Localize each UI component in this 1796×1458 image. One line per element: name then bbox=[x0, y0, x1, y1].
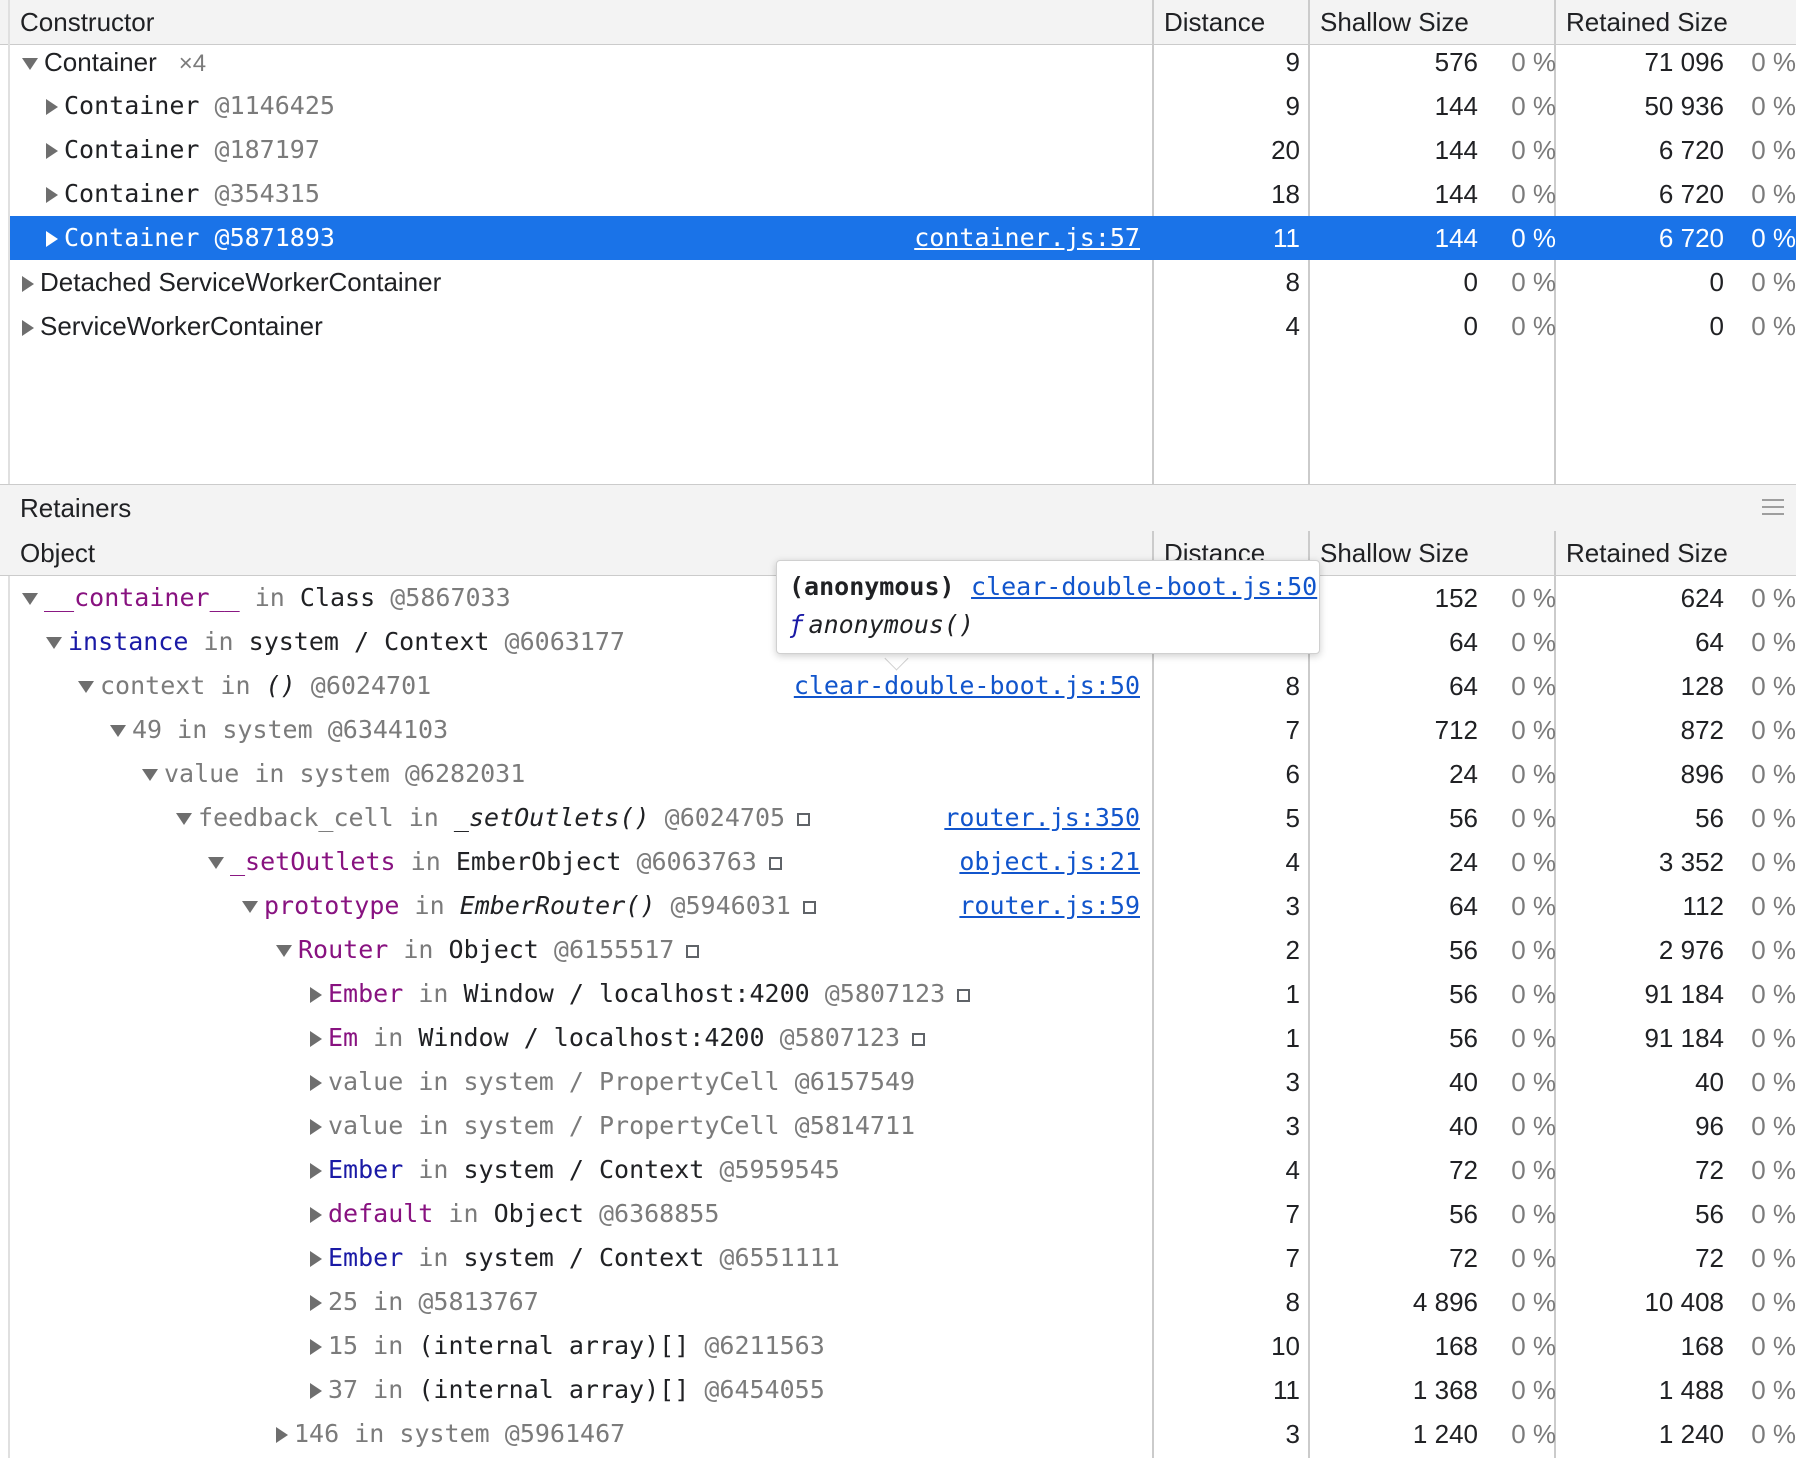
table-row[interactable]: value in system / PropertyCell @6157549 … bbox=[10, 1060, 1796, 1104]
source-link[interactable]: router.js:350 bbox=[870, 796, 1140, 840]
reveal-in-summary-icon[interactable] bbox=[686, 944, 700, 958]
source-link[interactable]: container.js:57 bbox=[912, 216, 1140, 260]
table-row[interactable]: value in system / PropertyCell @5814711 … bbox=[10, 1104, 1796, 1148]
table-row[interactable]: Container @187197 20 144 0 % 6 720 0 % bbox=[10, 128, 1796, 172]
expand-triangle-icon[interactable] bbox=[22, 320, 34, 337]
expand-triangle-icon[interactable] bbox=[46, 99, 58, 115]
table-row[interactable]: value in system @6282031 6 24 0 % 896 0 … bbox=[10, 752, 1796, 796]
collapse-triangle-icon[interactable] bbox=[110, 725, 126, 737]
function-icon: ƒ bbox=[789, 610, 805, 639]
reveal-in-summary-icon[interactable] bbox=[957, 988, 971, 1002]
expand-triangle-icon[interactable] bbox=[310, 1163, 322, 1179]
table-row[interactable]: default in Object @6368855 7 56 0 % 56 0… bbox=[10, 1192, 1796, 1236]
col-constructor[interactable]: Constructor bbox=[10, 0, 1150, 44]
expand-triangle-icon[interactable] bbox=[276, 1427, 288, 1443]
table-row[interactable]: 49 in system @6344103 7 712 0 % 872 0 % bbox=[10, 708, 1796, 752]
table-row[interactable]: Ember in Window / localhost:4200 @580712… bbox=[10, 972, 1796, 1016]
expand-triangle-icon[interactable] bbox=[46, 231, 58, 247]
source-link[interactable]: object.js:21 bbox=[870, 840, 1140, 884]
table-row[interactable]: Em in Window / localhost:4200 @5807123 1… bbox=[10, 1016, 1796, 1060]
expand-triangle-icon[interactable] bbox=[310, 1295, 322, 1311]
expand-triangle-icon[interactable] bbox=[310, 1031, 322, 1047]
table-row[interactable]: 37 in (internal array)[] @6454055 11 1 3… bbox=[10, 1368, 1796, 1412]
instance-count: ×4 bbox=[178, 50, 207, 77]
expand-triangle-icon[interactable] bbox=[310, 1383, 322, 1399]
table-row[interactable]: Container @1146425 9 144 0 % 50 936 0 % bbox=[10, 84, 1796, 128]
col-distance[interactable]: Distance bbox=[1154, 0, 1308, 44]
collapse-triangle-icon[interactable] bbox=[22, 593, 38, 605]
table-row[interactable]: Router in Object @6155517 2 56 0 % 2 976… bbox=[10, 928, 1796, 972]
table-row[interactable]: 15 in (internal array)[] @6211563 10 168… bbox=[10, 1324, 1796, 1368]
collapse-triangle-icon[interactable] bbox=[208, 857, 224, 869]
expand-triangle-icon[interactable] bbox=[310, 1207, 322, 1223]
table-row[interactable]: prototype in EmberRouter() @5946031 rout… bbox=[10, 884, 1796, 928]
source-link[interactable]: router.js:59 bbox=[870, 884, 1140, 928]
reveal-in-summary-icon[interactable] bbox=[912, 1032, 926, 1046]
table-row[interactable]: Container @354315 18 144 0 % 6 720 0 % bbox=[10, 172, 1796, 216]
reveal-in-summary-icon[interactable] bbox=[768, 856, 782, 870]
collapse-triangle-icon[interactable] bbox=[176, 813, 192, 825]
expand-triangle-icon[interactable] bbox=[22, 276, 34, 293]
source-link[interactable]: clear-double-boot.js:50 bbox=[770, 664, 1140, 708]
expand-triangle-icon[interactable] bbox=[46, 143, 58, 159]
collapse-triangle-icon[interactable] bbox=[22, 58, 38, 71]
collapse-triangle-icon[interactable] bbox=[46, 637, 62, 649]
collapse-triangle-icon[interactable] bbox=[142, 769, 158, 781]
table-row-selected[interactable]: Container @5871893 container.js:57 11 14… bbox=[10, 216, 1796, 260]
table-row[interactable]: Container ×4 9 576 0 % 71 096 0 % bbox=[10, 40, 1796, 84]
table-row[interactable]: Detached ServiceWorkerContainer 8 0 0 % … bbox=[10, 260, 1796, 304]
constructor-header: Constructor Distance Shallow Size Retain… bbox=[0, 0, 1796, 45]
expand-triangle-icon[interactable] bbox=[310, 1119, 322, 1135]
col-retained-size[interactable]: Retained Size bbox=[1556, 531, 1796, 575]
table-row[interactable]: _setOutlets in EmberObject @6063763 obje… bbox=[10, 840, 1796, 884]
expand-triangle-icon[interactable] bbox=[46, 187, 58, 203]
reveal-in-summary-icon[interactable] bbox=[802, 900, 816, 914]
table-row[interactable]: ServiceWorkerContainer 4 0 0 % 0 0 % bbox=[10, 304, 1796, 348]
drag-handle-icon[interactable] bbox=[1762, 499, 1784, 515]
table-row[interactable]: feedback_cell in _setOutlets() @6024705 … bbox=[10, 796, 1796, 840]
collapse-triangle-icon[interactable] bbox=[78, 681, 94, 693]
table-row[interactable]: 25 in @5813767 8 4 896 0 % 10 408 0 % bbox=[10, 1280, 1796, 1324]
col-shallow-size[interactable]: Shallow Size bbox=[1310, 0, 1554, 44]
function-tooltip: (anonymous) clear-double-boot.js:50 ƒ an… bbox=[776, 560, 1320, 654]
expand-triangle-icon[interactable] bbox=[310, 1251, 322, 1267]
col-retained-size[interactable]: Retained Size bbox=[1556, 0, 1796, 44]
table-row[interactable]: 146 in system @5961467 3 1 240 0 % 1 240… bbox=[10, 1412, 1796, 1456]
table-row[interactable]: context in () @6024701 clear-double-boot… bbox=[10, 664, 1796, 708]
tooltip-function-name: (anonymous) bbox=[789, 572, 955, 601]
expand-triangle-icon[interactable] bbox=[310, 987, 322, 1003]
col-shallow-size[interactable]: Shallow Size bbox=[1310, 531, 1554, 575]
retainers-toolbar: Retainers bbox=[0, 484, 1796, 532]
tooltip-source-link[interactable]: clear-double-boot.js:50 bbox=[971, 572, 1317, 601]
expand-triangle-icon[interactable] bbox=[310, 1075, 322, 1091]
table-row[interactable]: Ember in system / Context @5959545 4 72 … bbox=[10, 1148, 1796, 1192]
table-row[interactable]: Ember in system / Context @6551111 7 72 … bbox=[10, 1236, 1796, 1280]
reveal-in-summary-icon[interactable] bbox=[797, 812, 811, 826]
expand-triangle-icon[interactable] bbox=[310, 1339, 322, 1355]
tooltip-signature: anonymous() bbox=[808, 610, 975, 639]
retainers-title: Retainers bbox=[20, 493, 132, 523]
collapse-triangle-icon[interactable] bbox=[276, 945, 292, 957]
collapse-triangle-icon[interactable] bbox=[242, 901, 258, 913]
